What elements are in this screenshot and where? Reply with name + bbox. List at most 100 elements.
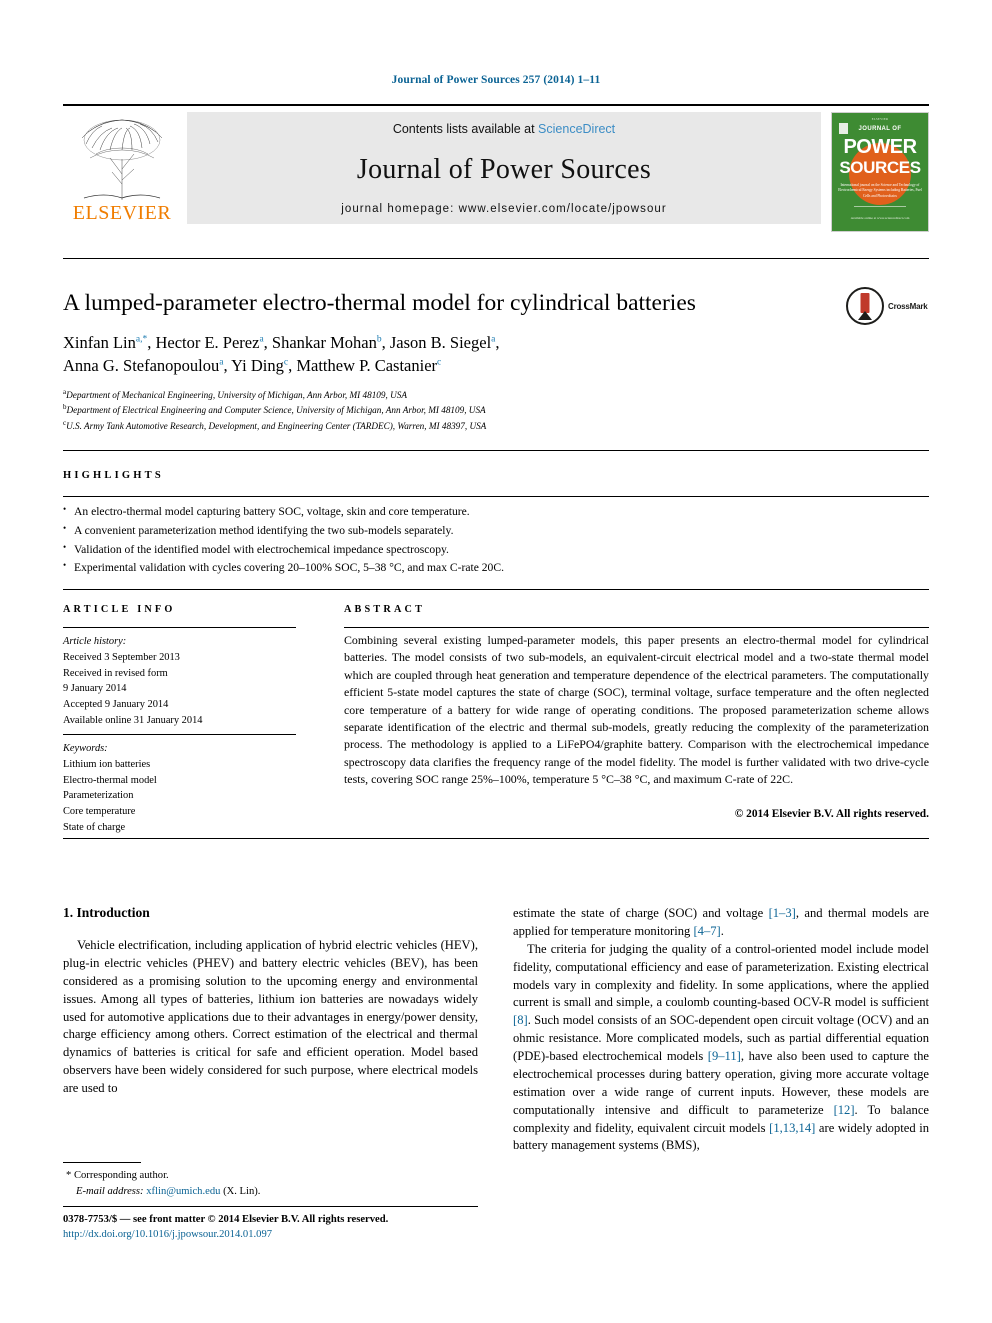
- copyright-line: © 2014 Elsevier B.V. All rights reserved…: [734, 808, 929, 820]
- list-item: Experimental validation with cycles cove…: [63, 558, 929, 578]
- abstract-heading: ABSTRACT: [344, 604, 426, 615]
- contents-available-line: Contents lists available at ScienceDirec…: [393, 122, 615, 136]
- highlights-bottom-divider: [63, 589, 929, 590]
- keyword-item: Parameterization: [63, 790, 134, 802]
- affiliation-a: aDepartment of Mechanical Engineering, U…: [63, 388, 407, 401]
- journal-band: Contents lists available at ScienceDirec…: [187, 112, 821, 224]
- highlights-list: An electro-thermal model capturing batte…: [63, 502, 929, 578]
- article-info-divider: [63, 627, 296, 628]
- author-5: Yi Dingc: [231, 356, 289, 376]
- title-divider: [63, 258, 929, 259]
- citation-ref[interactable]: [9–11]: [708, 1049, 741, 1063]
- keywords-divider: [63, 734, 296, 735]
- email-note: E-mail address: xflin@umich.edu (X. Lin)…: [66, 1184, 486, 1200]
- affiliation-list: aDepartment of Mechanical Engineering, U…: [63, 387, 923, 433]
- author-3: Jason B. Siegela: [389, 333, 496, 352]
- paragraph: Vehicle electrification, including appli…: [63, 938, 478, 1095]
- keywords-label: Keywords:: [63, 743, 108, 754]
- list-item: An electro-thermal model capturing batte…: [63, 502, 929, 522]
- journal-cover-thumbnail: ELSEVIER JOURNAL OF POWER SOURCES Intern…: [831, 112, 929, 232]
- highlights-mid-divider: [63, 496, 929, 497]
- journal-title: Journal of Power Sources: [356, 153, 652, 185]
- author-4: Anna G. Stefanopouloua: [63, 356, 224, 376]
- corresponding-author-note: * Corresponding author.: [66, 1170, 169, 1181]
- page-title: A lumped-parameter electro-thermal model…: [63, 290, 696, 316]
- journal-masthead: ELSEVIER Contents lists available at Sci…: [63, 104, 929, 232]
- keyword-item: Core temperature: [63, 806, 136, 818]
- list-item: Validation of the identified model with …: [63, 540, 929, 560]
- crossmark-icon: [846, 287, 884, 325]
- body-column-right: estimate the state of charge (SOC) and v…: [513, 905, 929, 1155]
- cover-top-label: ELSEVIER: [871, 117, 889, 121]
- email-label: E-mail address:: [76, 1185, 144, 1197]
- crossmark-bar-shape: [860, 293, 870, 313]
- crossmark-badge-group[interactable]: CrossMark: [846, 286, 928, 326]
- keywords-block: Keywords: Lithium ion batteries Electro-…: [63, 741, 308, 836]
- citation-ref[interactable]: [4–7]: [693, 924, 720, 938]
- keyword-item: Lithium ion batteries: [63, 758, 151, 770]
- contents-prefix: Contents lists available at: [392, 122, 539, 136]
- citation-ref[interactable]: [8]: [513, 1013, 528, 1027]
- email-owner: (X. Lin).: [223, 1185, 261, 1197]
- author-1: Hector E. Pereza: [155, 333, 264, 352]
- history-item: Received in revised form: [63, 667, 168, 679]
- abstract-bottom-divider: [63, 838, 929, 839]
- elsevier-logo: ELSEVIER: [63, 112, 181, 232]
- elsevier-wordmark: ELSEVIER: [72, 202, 172, 224]
- article-history-label: Article history:: [63, 636, 127, 647]
- running-head: Journal of Power Sources 257 (2014) 1–11: [391, 74, 601, 86]
- elsevier-tree-icon: [81, 119, 163, 200]
- author-1-marks: a: [259, 334, 264, 345]
- cover-line3: SOURCES: [839, 158, 921, 177]
- paper-page: Journal of Power Sources 257 (2014) 1–11: [0, 0, 992, 1323]
- author-2: Shankar Mohanb: [271, 333, 382, 352]
- crossmark-triangle-shape: [858, 311, 872, 320]
- author-list: Xinfan Lina,*, Hector E. Pereza, Shankar…: [63, 333, 500, 376]
- journal-homepage[interactable]: journal homepage: www.elsevier.com/locat…: [341, 203, 666, 215]
- citation-ref[interactable]: [1–3]: [769, 906, 796, 920]
- abstract-text: Combining several existing lumped-parame…: [344, 633, 929, 786]
- footer-divider: [63, 1206, 478, 1207]
- citation-ref[interactable]: [12]: [834, 1103, 855, 1117]
- affiliation-c: cU.S. Army Tank Automotive Research, Dev…: [63, 418, 487, 431]
- author-3-marks: a: [491, 334, 496, 345]
- history-item: Available online 31 January 2014: [63, 715, 203, 727]
- history-item: 9 January 2014: [63, 683, 127, 695]
- issn-copyright-line: 0378-7753/$ — see front matter © 2014 El…: [63, 1214, 389, 1225]
- body-column-left: 1. Introduction Vehicle electrification,…: [63, 905, 478, 1098]
- cover-divider: [854, 206, 906, 207]
- crossmark-label: CrossMark: [888, 301, 928, 311]
- sciencedirect-link[interactable]: ScienceDirect: [538, 122, 615, 136]
- author-5-marks: c: [283, 357, 289, 368]
- author-2-marks: b: [376, 334, 382, 345]
- keyword-item: State of charge: [63, 822, 126, 834]
- history-item: Received 3 September 2013: [63, 651, 180, 663]
- journal-cover-block: ELSEVIER JOURNAL OF POWER SOURCES Intern…: [829, 112, 929, 232]
- author-6: Matthew P. Castanierc: [296, 356, 442, 376]
- abstract-divider: [344, 627, 929, 628]
- author-0-marks: a,*: [135, 334, 148, 345]
- affiliation-b: bDepartment of Electrical Engineering an…: [63, 403, 486, 416]
- author-0: Xinfan Lina,*: [63, 333, 148, 352]
- paragraph: The criteria for judging the quality of …: [513, 941, 930, 1153]
- highlights-top-divider: [63, 450, 929, 451]
- cover-subtitle: International journal on the Science and…: [838, 183, 922, 198]
- cover-line2: POWER: [843, 136, 917, 158]
- section-heading-introduction: 1. Introduction: [63, 905, 150, 920]
- article-info-heading: ARTICLE INFO: [63, 604, 176, 615]
- email-link[interactable]: xflin@umich.edu: [146, 1186, 220, 1197]
- list-item: A convenient parameterization method ide…: [63, 521, 929, 541]
- footnote-block: * Corresponding author. E-mail address: …: [66, 1168, 486, 1200]
- cover-line1: JOURNAL OF: [858, 126, 902, 132]
- highlights-heading: HIGHLIGHTS: [63, 470, 164, 481]
- author-4-marks: a: [219, 357, 224, 368]
- footnote-divider: [63, 1162, 141, 1163]
- cover-footer: Available online at www.sciencedirect.co…: [850, 215, 910, 220]
- history-item: Accepted 9 January 2014: [63, 699, 169, 711]
- author-6-marks: c: [437, 357, 442, 368]
- keyword-item: Electro-thermal model: [63, 774, 157, 786]
- paragraph: estimate the state of charge (SOC) and v…: [513, 906, 929, 938]
- doi-link[interactable]: http://dx.doi.org/10.1016/j.jpowsour.201…: [63, 1227, 543, 1243]
- citation-ref[interactable]: [1,13,14]: [769, 1121, 815, 1135]
- article-history-block: Article history: Received 3 September 20…: [63, 634, 308, 729]
